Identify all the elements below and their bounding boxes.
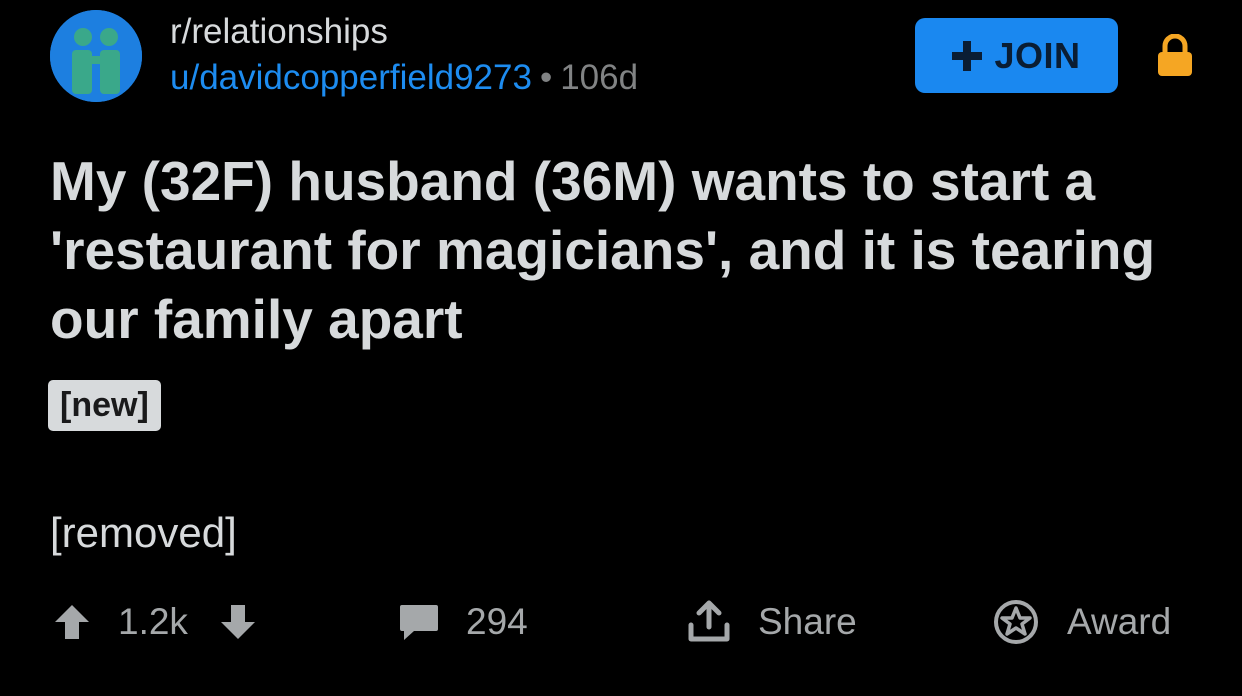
comment-count: 294 [466, 601, 528, 642]
award-icon [994, 600, 1038, 644]
post-age: 106d [560, 58, 639, 97]
share-button[interactable]: Share [686, 590, 857, 654]
subreddit-avatar[interactable] [50, 10, 142, 102]
award-button[interactable]: Award [993, 590, 1171, 654]
comment-bubble-icon [400, 605, 438, 640]
post-body: [removed] [50, 509, 237, 556]
award-icon-wrap [993, 599, 1039, 645]
post-meta: u/davidcopperfield9273 • 106d [170, 56, 638, 100]
award-label: Award [1067, 601, 1172, 642]
share-icon-wrap [686, 599, 732, 645]
subreddit-name[interactable]: r/relationships [170, 11, 388, 53]
upvote-button[interactable] [52, 602, 92, 642]
author-link[interactable]: u/davidcopperfield9273 [170, 58, 532, 97]
vote-control: 1.2k [52, 590, 258, 654]
post-flair: [new] [48, 380, 161, 431]
comment-icon-wrap [398, 601, 440, 643]
vote-count: 1.2k [118, 601, 188, 642]
downvote-button[interactable] [218, 602, 258, 642]
meta-separator: • [539, 58, 553, 97]
post-title[interactable]: My (32F) husband (36M) wants to start a … [50, 147, 1200, 354]
lock-icon [1158, 34, 1192, 76]
share-label: Share [758, 601, 857, 642]
arrow-down-icon [220, 605, 255, 639]
join-label: JOIN [994, 34, 1081, 76]
plus-icon [952, 40, 983, 71]
comments-button[interactable]: 294 [398, 590, 528, 654]
two-people-icon [50, 10, 142, 102]
arrow-up-icon [55, 605, 89, 639]
share-icon [688, 600, 730, 642]
join-button[interactable]: JOIN [915, 18, 1118, 93]
action-bar: 1.2k 294 Share Award [0, 590, 1242, 654]
